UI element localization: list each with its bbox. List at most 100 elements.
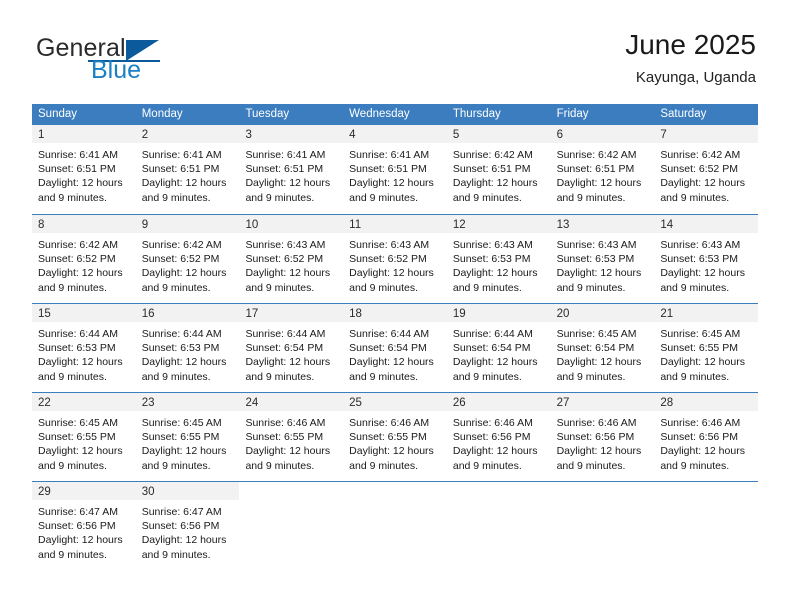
sunset-text: Sunset: 6:54 PM bbox=[556, 342, 635, 355]
day-details bbox=[447, 500, 551, 505]
day-details: Sunrise: 6:45 AM Sunset: 6:55 PM Daylight:… bbox=[654, 322, 758, 384]
calendar-day-cell[interactable]: 28 Sunrise: 6:46 AM Sunset: 6:56 PM Dayligh… bbox=[654, 393, 759, 481]
daylight-text-line2: and 9 minutes. bbox=[452, 191, 522, 204]
calendar-day-cell[interactable]: 16 Sunrise: 6:44 AM Sunset: 6:53 PM Dayligh… bbox=[135, 304, 240, 392]
calendar-day-cell[interactable]: 1 Sunrise: 6:41 AM Sunset: 6:51 PM Daylight… bbox=[32, 125, 136, 214]
weekday-header-monday: Monday bbox=[141, 108, 183, 120]
sunrise-text: Sunrise: 6:44 AM bbox=[141, 328, 222, 340]
calendar-day-cell-empty bbox=[446, 482, 551, 570]
calendar-day-cell[interactable]: 29 Sunrise: 6:47 AM Sunset: 6:56 PM Dayligh… bbox=[32, 482, 136, 570]
day-number: 7 bbox=[660, 129, 667, 141]
calendar-day-cell[interactable]: 13 Sunrise: 6:43 AM Sunset: 6:53 PM Dayligh… bbox=[550, 215, 655, 303]
daylight-text-line1: Daylight: 12 hours bbox=[556, 267, 642, 280]
calendar-week-row: 29 Sunrise: 6:47 AM Sunset: 6:56 PM Dayligh… bbox=[32, 481, 759, 570]
day-number-band: 11 bbox=[343, 215, 447, 233]
day-number-band: 18 bbox=[343, 304, 447, 322]
day-number: 22 bbox=[38, 397, 51, 409]
calendar-day-cell[interactable]: 12 Sunrise: 6:43 AM Sunset: 6:53 PM Dayligh… bbox=[446, 215, 551, 303]
day-number: 12 bbox=[452, 219, 466, 231]
daylight-text-line1: Daylight: 12 hours bbox=[38, 356, 123, 369]
daylight-text-line1: Daylight: 12 hours bbox=[245, 177, 331, 190]
sunrise-text: Sunrise: 6:45 AM bbox=[556, 328, 637, 340]
daylight-text-line1: Daylight: 12 hours bbox=[349, 267, 434, 280]
calendar-day-cell[interactable]: 3 Sunrise: 6:41 AM Sunset: 6:51 PM Daylight… bbox=[239, 125, 344, 214]
day-number-band: 6 bbox=[550, 125, 655, 143]
sunrise-text: Sunrise: 6:43 AM bbox=[245, 239, 326, 251]
brand-logo[interactable]: General Blue bbox=[36, 34, 256, 92]
day-details: Sunrise: 6:41 AM Sunset: 6:51 PM Daylight:… bbox=[239, 143, 343, 205]
calendar-day-cell[interactable]: 24 Sunrise: 6:46 AM Sunset: 6:55 PM Dayligh… bbox=[239, 393, 344, 481]
day-number-band bbox=[550, 482, 655, 500]
calendar-day-cell[interactable]: 23 Sunrise: 6:45 AM Sunset: 6:55 PM Dayligh… bbox=[135, 393, 240, 481]
daylight-text-line2: and 9 minutes. bbox=[38, 370, 107, 383]
calendar-day-cell[interactable]: 15 Sunrise: 6:44 AM Sunset: 6:53 PM Dayligh… bbox=[32, 304, 136, 392]
calendar-day-cell[interactable]: 19 Sunrise: 6:44 AM Sunset: 6:54 PM Dayligh… bbox=[446, 304, 551, 392]
day-details bbox=[239, 500, 343, 505]
calendar-day-cell[interactable]: 5 Sunrise: 6:42 AM Sunset: 6:51 PM Daylight… bbox=[446, 125, 551, 214]
sunset-text: Sunset: 6:55 PM bbox=[141, 431, 220, 444]
day-details bbox=[654, 500, 758, 505]
calendar-week-row: 15 Sunrise: 6:44 AM Sunset: 6:53 PM Dayligh… bbox=[32, 303, 759, 392]
calendar-day-cell[interactable]: 4 Sunrise: 6:41 AM Sunset: 6:51 PM Daylight… bbox=[343, 125, 447, 214]
day-details: Sunrise: 6:43 AM Sunset: 6:53 PM Daylight:… bbox=[551, 233, 655, 295]
calendar-day-cell[interactable]: 7 Sunrise: 6:42 AM Sunset: 6:52 PM Daylight… bbox=[654, 125, 759, 214]
calendar-day-cell[interactable]: 10 Sunrise: 6:43 AM Sunset: 6:52 PM Dayligh… bbox=[239, 215, 344, 303]
calendar-day-cell[interactable]: 6 Sunrise: 6:42 AM Sunset: 6:51 PM Daylight… bbox=[550, 125, 655, 214]
sunrise-text: Sunrise: 6:44 AM bbox=[38, 328, 118, 340]
daylight-text-line2: and 9 minutes. bbox=[660, 370, 730, 383]
calendar-day-cell[interactable]: 21 Sunrise: 6:45 AM Sunset: 6:55 PM Dayligh… bbox=[654, 304, 759, 392]
calendar-day-cell[interactable]: 17 Sunrise: 6:44 AM Sunset: 6:54 PM Dayligh… bbox=[239, 304, 344, 392]
calendar-day-cell[interactable]: 27 Sunrise: 6:46 AM Sunset: 6:56 PM Dayligh… bbox=[550, 393, 655, 481]
sunset-text: Sunset: 6:52 PM bbox=[38, 253, 116, 266]
calendar-day-cell[interactable]: 22 Sunrise: 6:45 AM Sunset: 6:55 PM Dayligh… bbox=[32, 393, 136, 481]
calendar-day-cell[interactable]: 20 Sunrise: 6:45 AM Sunset: 6:54 PM Dayligh… bbox=[550, 304, 655, 392]
sunset-text: Sunset: 6:53 PM bbox=[141, 342, 220, 355]
daylight-text-line1: Daylight: 12 hours bbox=[660, 267, 745, 280]
sunset-text: Sunset: 6:56 PM bbox=[141, 520, 220, 533]
calendar-day-cell[interactable]: 25 Sunrise: 6:46 AM Sunset: 6:55 PM Dayligh… bbox=[343, 393, 447, 481]
sunset-text: Sunset: 6:55 PM bbox=[38, 431, 116, 444]
day-details: Sunrise: 6:46 AM Sunset: 6:56 PM Daylight:… bbox=[654, 411, 758, 473]
sunrise-text: Sunrise: 6:41 AM bbox=[349, 149, 430, 161]
calendar-day-cell[interactable]: 30 Sunrise: 6:47 AM Sunset: 6:56 PM Dayligh… bbox=[135, 482, 240, 570]
day-number-band bbox=[654, 482, 759, 500]
daylight-text-line1: Daylight: 12 hours bbox=[452, 177, 538, 190]
sunrise-text: Sunrise: 6:41 AM bbox=[141, 149, 222, 161]
day-number-band: 27 bbox=[550, 393, 655, 411]
calendar-day-cell[interactable]: 11 Sunrise: 6:43 AM Sunset: 6:52 PM Dayligh… bbox=[343, 215, 447, 303]
page-subtitle-location: Kayunga, Uganda bbox=[635, 69, 756, 86]
calendar-day-cell[interactable]: 9 Sunrise: 6:42 AM Sunset: 6:52 PM Daylight… bbox=[135, 215, 240, 303]
day-number-band: 7 bbox=[654, 125, 759, 143]
calendar-day-cell[interactable]: 8 Sunrise: 6:42 AM Sunset: 6:52 PM Daylight… bbox=[32, 215, 136, 303]
day-details: Sunrise: 6:43 AM Sunset: 6:53 PM Daylight:… bbox=[447, 233, 551, 295]
sunset-text: Sunset: 6:53 PM bbox=[452, 253, 531, 266]
sunrise-text: Sunrise: 6:43 AM bbox=[556, 239, 637, 251]
calendar-day-cell[interactable]: 2 Sunrise: 6:41 AM Sunset: 6:51 PM Daylight… bbox=[135, 125, 240, 214]
day-details bbox=[551, 500, 655, 505]
daylight-text-line2: and 9 minutes. bbox=[38, 191, 107, 204]
day-number: 20 bbox=[556, 308, 570, 320]
day-number-band: 19 bbox=[446, 304, 551, 322]
day-details: Sunrise: 6:46 AM Sunset: 6:55 PM Daylight:… bbox=[343, 411, 447, 473]
sunset-text: Sunset: 6:54 PM bbox=[245, 342, 324, 355]
calendar-day-cell[interactable]: 18 Sunrise: 6:44 AM Sunset: 6:54 PM Dayligh… bbox=[343, 304, 447, 392]
day-details: Sunrise: 6:44 AM Sunset: 6:54 PM Daylight:… bbox=[343, 322, 447, 384]
sunset-text: Sunset: 6:53 PM bbox=[38, 342, 116, 355]
calendar-day-cell[interactable]: 14 Sunrise: 6:43 AM Sunset: 6:53 PM Dayligh… bbox=[654, 215, 759, 303]
sunset-text: Sunset: 6:54 PM bbox=[452, 342, 531, 355]
day-number: 13 bbox=[556, 219, 570, 231]
calendar-weeks: 1 Sunrise: 6:41 AM Sunset: 6:51 PM Daylight… bbox=[32, 125, 759, 570]
sunset-text: Sunset: 6:52 PM bbox=[660, 163, 738, 176]
day-details: Sunrise: 6:46 AM Sunset: 6:56 PM Daylight:… bbox=[551, 411, 655, 473]
daylight-text-line2: and 9 minutes. bbox=[245, 191, 315, 204]
day-number: 14 bbox=[660, 219, 674, 231]
sunrise-text: Sunrise: 6:43 AM bbox=[660, 239, 741, 251]
sunset-text: Sunset: 6:55 PM bbox=[660, 342, 738, 355]
calendar-day-cell[interactable]: 26 Sunrise: 6:46 AM Sunset: 6:56 PM Dayligh… bbox=[446, 393, 551, 481]
day-number-band: 24 bbox=[239, 393, 344, 411]
daylight-text-line2: and 9 minutes. bbox=[556, 281, 626, 294]
day-details: Sunrise: 6:45 AM Sunset: 6:54 PM Daylight:… bbox=[551, 322, 655, 384]
sunset-text: Sunset: 6:51 PM bbox=[452, 163, 531, 176]
day-number-band: 8 bbox=[32, 215, 136, 233]
day-number-band: 15 bbox=[32, 304, 136, 322]
